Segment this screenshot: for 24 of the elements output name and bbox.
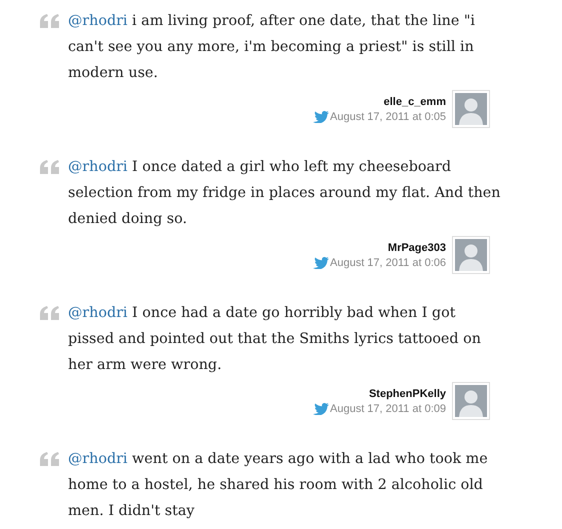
avatar-icon bbox=[455, 385, 487, 417]
tweet-text: @rhodri I once had a date go horribly bad when I got pissed and pointed out that the Smiths lyrics tattooed on her arm were wrong. bbox=[68, 304, 482, 375]
avatar-icon bbox=[455, 239, 487, 271]
username-link[interactable]: elle_c_emm bbox=[384, 96, 446, 108]
username-link[interactable]: StephenPKelly bbox=[368, 388, 446, 400]
quote-icon bbox=[40, 452, 60, 466]
mention-link[interactable]: @rhodri bbox=[68, 305, 128, 321]
bird-icon bbox=[313, 256, 329, 268]
mention-link[interactable]: @rhodri bbox=[68, 451, 128, 467]
timestamp-link[interactable]: August 17, 2011 at 0:09 bbox=[330, 402, 446, 414]
avatar-icon bbox=[455, 93, 487, 125]
mention-link[interactable]: @rhodri bbox=[68, 159, 128, 175]
bird-icon bbox=[313, 402, 329, 414]
quote-icon bbox=[40, 160, 60, 174]
tweet-text: @rhodri went on a date years ago with a lad who took me home to a hostel, he shared his room with 2 alcoholic old men. I didn't stay bbox=[68, 450, 489, 521]
timestamp-link[interactable]: August 17, 2011 at 0:05 bbox=[330, 110, 446, 122]
mention-link[interactable]: @rhodri bbox=[68, 13, 128, 29]
quote-icon bbox=[40, 306, 60, 320]
username-link[interactable]: MrPage303 bbox=[388, 242, 446, 254]
quote-icon bbox=[40, 14, 60, 28]
bird-icon bbox=[313, 110, 329, 122]
tweet-text: @rhodri i am living proof, after one date, that the line "i can't see you any more, i'm becoming a priest" is still in modern use. bbox=[68, 12, 476, 83]
tweet-text: @rhodri I once dated a girl who left my cheeseboard selection from my fridge in places around my flat. And then denied doing so. bbox=[68, 158, 502, 229]
timestamp-link[interactable]: August 17, 2011 at 0:06 bbox=[330, 256, 446, 268]
